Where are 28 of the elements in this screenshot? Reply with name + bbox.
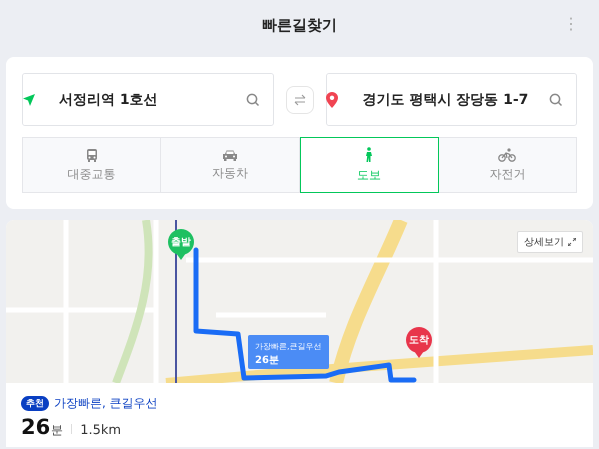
destination-field[interactable]: 경기도 평택시 장당동 1-7 bbox=[326, 73, 577, 126]
end-pin: 도착 bbox=[406, 327, 432, 358]
origin-field[interactable]: 서정리역 1호선 bbox=[22, 73, 274, 126]
page-title: 빠른길찾기 bbox=[262, 16, 337, 34]
location-arrow-icon bbox=[22, 92, 36, 106]
tab-label: 자동차 bbox=[212, 164, 248, 182]
swap-arrows-icon bbox=[294, 94, 306, 106]
tab-label: 자전거 bbox=[489, 166, 526, 182]
route-title[interactable]: 가장빠른, 큰길우선 bbox=[54, 395, 158, 412]
duration-unit: 분 bbox=[51, 422, 64, 439]
tab-label: 대중교통 bbox=[68, 166, 116, 182]
map[interactable]: 출발 도착 가장빠른,큰길우선 26분 상세보기 bbox=[6, 220, 593, 383]
start-pin: 출발 bbox=[168, 229, 194, 260]
tab-label: 도보 bbox=[357, 166, 382, 184]
bus-icon bbox=[84, 148, 99, 162]
walking-person-icon bbox=[364, 146, 374, 162]
duration-value: 26 bbox=[21, 415, 50, 439]
search-icon[interactable] bbox=[246, 92, 260, 106]
expand-icon bbox=[568, 238, 576, 246]
bicycle-icon bbox=[498, 148, 516, 162]
detail-button[interactable]: 상세보기 bbox=[517, 231, 583, 253]
route-label: 가장빠른,큰길우선 26분 bbox=[248, 335, 329, 369]
car-icon bbox=[222, 148, 238, 160]
location-pin-icon bbox=[326, 92, 338, 108]
search-icon[interactable] bbox=[549, 92, 563, 106]
distance-text: 1.5km bbox=[80, 423, 122, 438]
swap-button[interactable] bbox=[286, 86, 314, 114]
recommended-badge: 추천 bbox=[21, 396, 49, 411]
